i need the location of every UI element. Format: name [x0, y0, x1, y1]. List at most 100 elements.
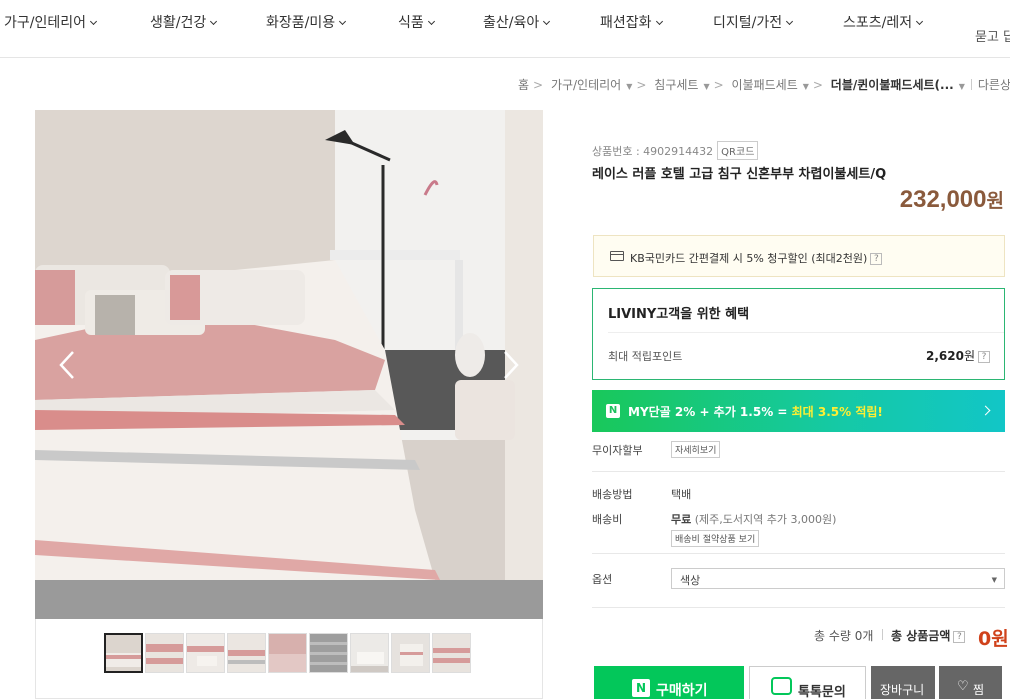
breadcrumb-home[interactable]: 홈 [518, 76, 529, 93]
credit-card-icon [610, 251, 624, 261]
shipping-fee-amount: 무료 [671, 513, 692, 526]
chevron-left-icon [59, 351, 74, 379]
thumbnail-5[interactable] [268, 633, 307, 673]
breadcrumb-separator: > [636, 78, 647, 92]
thumbnail-1[interactable] [104, 633, 143, 673]
thumbnail-image [106, 635, 141, 671]
chevron-right-icon [504, 351, 519, 379]
thumbnail-8[interactable] [391, 633, 430, 673]
option-label: 옵션 [592, 573, 613, 586]
chevron-down-icon [786, 17, 794, 26]
thumbnail-4[interactable] [227, 633, 266, 673]
thumbnail-2[interactable] [145, 633, 184, 673]
total-price-label: 총 상품금액 [891, 629, 951, 643]
divider [882, 629, 883, 640]
card-discount-banner: KB국민카드 간편결제 시 5% 청구할인 (최대2천원)? [593, 235, 1005, 277]
image-next-button[interactable] [495, 350, 525, 380]
breadcrumb-current[interactable]: 더블/퀸이불패드세트(... ▼ [831, 76, 965, 93]
image-prev-button[interactable] [53, 350, 83, 380]
installment-value: 자세히보기 [671, 441, 721, 458]
total-quantity-label: 총 수량 [814, 629, 851, 643]
nav-item-digital[interactable]: 디지털/가전 [713, 12, 794, 32]
thumbnail-image [351, 634, 388, 672]
talktalk-inquiry-button[interactable]: 톡톡문의 [749, 666, 866, 699]
thumbnail-image [433, 634, 470, 672]
breadcrumb: 홈 > 가구/인테리어 ▼ > 침구세트 ▼ > 이불패드세트 ▼ > 더블/퀸이불패드세트(… [518, 76, 1010, 93]
thumbnail-image [310, 634, 347, 672]
total-quantity-value: 0개 [854, 629, 874, 643]
points-unit: 원 [963, 349, 975, 363]
breadcrumb-divider [970, 79, 972, 90]
breadcrumb-label: 가구/인테리어 [550, 78, 622, 92]
help-icon[interactable]: ? [953, 631, 966, 643]
buy-button[interactable]: N 구매하기 [594, 666, 744, 699]
max-points-label: 최대 적립포인트 [608, 350, 683, 363]
product-number: 상품번호 : 4902914432 QR코드 [592, 141, 759, 160]
heart-icon: ♡ [957, 679, 969, 694]
caret-down-icon: ▼ [703, 82, 710, 91]
talk-button-label: 톡톡문의 [798, 685, 846, 699]
wishlist-button[interactable]: ♡ 찜 [939, 666, 1002, 699]
nav-item-label: 가구/인테리어 [4, 15, 86, 31]
chevron-down-icon [916, 17, 924, 26]
breadcrumb-separator: > [713, 78, 724, 92]
thumbnail-strip [35, 619, 543, 699]
buy-button-label: 구매하기 [656, 683, 708, 699]
nav-item-furniture[interactable]: 가구/인테리어 [4, 12, 98, 32]
nav-item-food[interactable]: 식품 [398, 12, 435, 32]
chevron-down-icon [543, 17, 551, 26]
installment-details-button[interactable]: 자세히보기 [671, 441, 721, 458]
cart-button[interactable]: 장바구니 [871, 666, 935, 699]
product-main-image[interactable] [35, 110, 543, 619]
nav-item-baby[interactable]: 출산/육아 [483, 12, 551, 32]
npay-points-banner[interactable]: N MY단골 2% + 추가 1.5% = 최대 3.5% 적립! [592, 390, 1005, 432]
thumbnail-image [146, 634, 183, 672]
thumbnail-9[interactable] [432, 633, 471, 673]
caret-down-icon: ▼ [958, 82, 965, 91]
nav-item-fashion[interactable]: 패션잡화 [600, 12, 663, 32]
thumbnail-image [269, 634, 306, 672]
caret-down-icon: ▼ [991, 576, 997, 584]
thumbnail-6[interactable] [309, 633, 348, 673]
top-category-nav: 가구/인테리어 생활/건강 화장품/미용 식품 출산/육아 패션잡화 디지털/가… [0, 0, 1010, 58]
breadcrumb-label: 더블/퀸이불패드세트(... [830, 78, 954, 92]
breadcrumb-item-furniture[interactable]: 가구/인테리어 ▼ [551, 76, 632, 93]
option-color-select[interactable]: 색상 ▼ [671, 568, 1005, 589]
member-benefit-box: LIVINY고객을 위한 혜택 최대 적립포인트 2,620원? [592, 288, 1005, 380]
chat-bubble-icon [771, 677, 792, 695]
help-icon[interactable]: ? [870, 253, 883, 265]
breadcrumb-other-link[interactable]: 다른상 [978, 76, 1010, 93]
breadcrumb-label: 이불패드세트 [731, 78, 798, 92]
qr-code-button[interactable]: QR코드 [717, 141, 759, 160]
product-title: 레이스 러플 호텔 고급 침구 신혼부부 차렵이불세트/Q [592, 167, 887, 182]
shipping-method-label: 배송방법 [592, 488, 633, 501]
thumbnail-3[interactable] [186, 633, 225, 673]
help-icon[interactable]: ? [978, 351, 990, 363]
card-discount-text: KB국민카드 간편결제 시 5% 청구할인 (최대2천원) [630, 252, 868, 265]
shipping-saving-button[interactable]: 배송비 절약상품 보기 [671, 530, 760, 547]
npay-banner-text: MY단골 2% + 추가 1.5% = 최대 3.5% 적립! [628, 403, 883, 420]
option-selected-value: 색상 [680, 574, 701, 587]
breadcrumb-item-bedding[interactable]: 침구세트 ▼ [654, 76, 709, 93]
price-currency: 원 [986, 191, 1004, 212]
nav-item-label: 생활/건강 [150, 15, 207, 31]
nav-item-living[interactable]: 생활/건강 [150, 12, 218, 32]
nav-item-beauty[interactable]: 화장품/미용 [266, 12, 347, 32]
shipping-fee-note: (제주,도서지역 추가 3,000원) [694, 513, 837, 526]
cart-button-label: 장바구니 [880, 683, 925, 697]
product-number-text: 상품번호 : 4902914432 [592, 145, 714, 158]
price-value: 232,000 [899, 186, 987, 213]
benefit-title: LIVINY고객을 위한 혜택 [608, 307, 750, 322]
nav-item-sports[interactable]: 스포츠/레저 [843, 12, 924, 32]
chevron-down-icon [427, 17, 435, 26]
npay-logo: N [632, 679, 650, 697]
chevron-down-icon [210, 17, 218, 26]
chevron-down-icon [655, 17, 663, 26]
total-price-value: 0원 [978, 628, 1009, 650]
divider [592, 553, 1005, 554]
nav-item-label: 화장품/미용 [266, 15, 336, 31]
chevron-down-icon [89, 17, 98, 26]
qna-link[interactable]: 묻고 답 [975, 26, 1010, 45]
breadcrumb-item-comforter-set[interactable]: 이불패드세트 ▼ [732, 76, 809, 93]
thumbnail-7[interactable] [350, 633, 389, 673]
